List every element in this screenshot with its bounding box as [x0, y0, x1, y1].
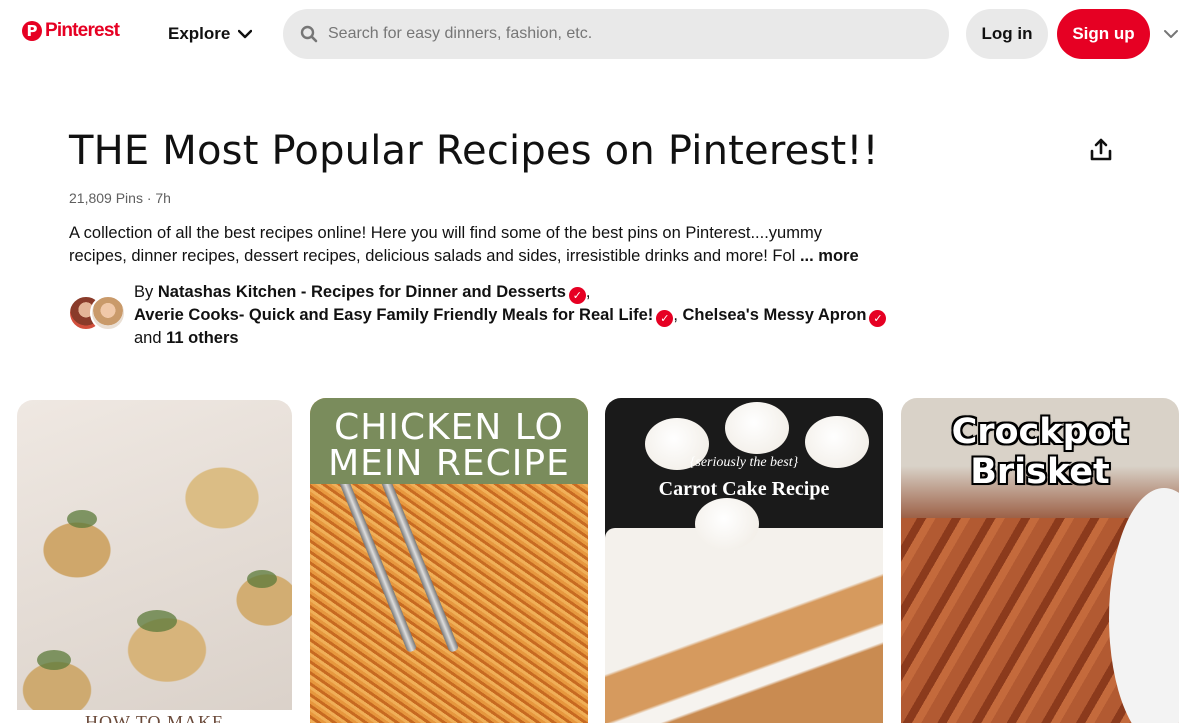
pin-caption-line: Crockpot [951, 412, 1129, 452]
chevron-down-icon [238, 29, 253, 39]
board-pin-count-and-age: 21,809 Pins · 7h [69, 190, 171, 206]
pin-image [605, 528, 883, 723]
collaborator-link-averie-cooks[interactable]: Averie Cooks- Quick and Easy Family Frie… [134, 306, 653, 324]
pin-image-detail [137, 610, 177, 632]
board-description-text: A collection of all the best recipes onl… [69, 224, 822, 265]
pin-card-spinach-puffs[interactable]: HOW TO MAKE [17, 400, 292, 723]
board-title: THE Most Popular Recipes on Pinterest!! [69, 128, 879, 174]
explore-label: Explore [168, 24, 231, 43]
by-prefix: By [134, 283, 154, 301]
pin-caption-line: MEIN RECIPE [328, 443, 570, 484]
board-collaborators: By Natashas Kitchen - Recipes for Dinner… [134, 281, 894, 350]
pin-image-detail [37, 650, 71, 670]
pin-card-chicken-lo-mein[interactable]: CHICKEN LO MEIN RECIPE [310, 398, 588, 723]
board-description: A collection of all the best recipes onl… [69, 222, 869, 268]
pin-caption: Crockpot Brisket [901, 412, 1179, 492]
pinterest-logo[interactable]: P Pinterest [22, 20, 120, 42]
pin-caption-line: CHICKEN LO [334, 407, 564, 448]
verified-check-icon: ✓ [568, 287, 586, 304]
pin-kicker: {seriously the best} [689, 455, 799, 470]
pin-caption: Carrot Cake Recipe [658, 478, 830, 500]
pin-caption: CHICKEN LO MEIN RECIPE [310, 410, 588, 482]
top-navigation-bar: P Pinterest Explore Log in Sign up [0, 0, 1200, 70]
others-prefix: and [134, 329, 162, 347]
others-collaborators-link[interactable]: 11 others [166, 329, 238, 347]
collaborator-avatars[interactable] [68, 295, 128, 331]
search-bar[interactable] [283, 9, 949, 59]
pin-caption-line: Brisket [970, 452, 1110, 492]
pinterest-logo-icon: P [22, 21, 42, 41]
pin-image [310, 484, 588, 723]
pinterest-wordmark: Pinterest [45, 20, 120, 41]
pin-caption: HOW TO MAKE [17, 710, 292, 723]
share-icon[interactable] [1088, 137, 1114, 163]
pin-image-detail [695, 498, 759, 550]
pin-image-detail [247, 570, 277, 588]
sign-up-button[interactable]: Sign up [1057, 9, 1150, 59]
log-in-button[interactable]: Log in [966, 9, 1048, 59]
avatar[interactable] [90, 295, 126, 331]
pin-image-detail [67, 510, 97, 528]
verified-check-icon: ✓ [869, 310, 887, 327]
search-input[interactable] [328, 25, 908, 43]
more-description-link[interactable]: ... more [800, 247, 859, 265]
pin-card-carrot-cake[interactable]: {seriously the best} Carrot Cake Recipe [605, 398, 883, 723]
pin-image-detail [725, 402, 789, 454]
collaborator-link-natashas-kitchen[interactable]: Natashas Kitchen - Recipes for Dinner an… [158, 283, 566, 301]
search-icon [300, 25, 318, 43]
pin-card-crockpot-brisket[interactable]: Crockpot Brisket [901, 398, 1179, 723]
verified-check-icon: ✓ [656, 310, 674, 327]
collaborator-link-chelseas-messy-apron[interactable]: Chelsea's Messy Apron [682, 306, 866, 324]
more-options-chevron-icon[interactable] [1163, 28, 1179, 40]
explore-menu-button[interactable]: Explore [168, 24, 253, 44]
